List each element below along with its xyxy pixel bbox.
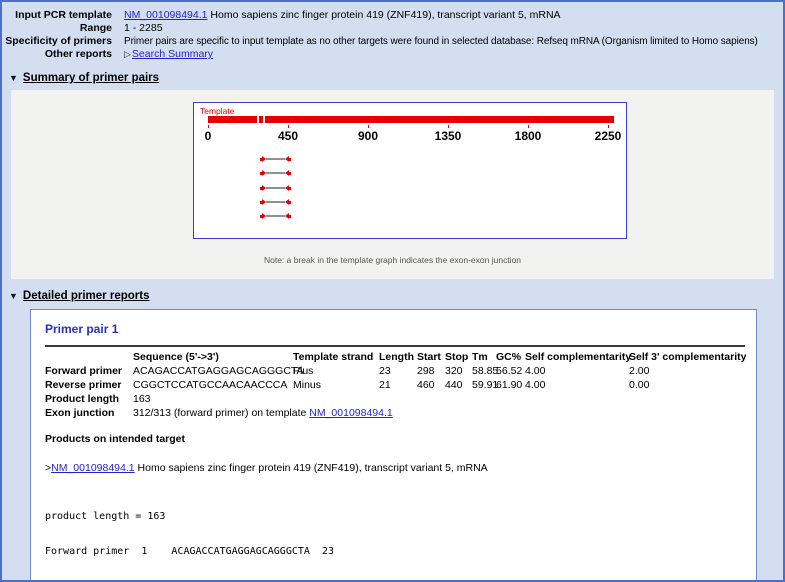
- report-header: Input PCR template NM_001098494.1 Homo s…: [2, 2, 783, 61]
- exon-junction-value: 312/313 (forward primer) on template NM_…: [133, 406, 745, 420]
- forward-stop: 320: [445, 364, 472, 378]
- specificity-label: Specificity of primers: [2, 35, 112, 48]
- axis-tick-mark: [208, 125, 209, 128]
- forward-gc: 56.52: [496, 364, 525, 378]
- forward-length: 23: [379, 364, 417, 378]
- axis-tick-mark: [528, 125, 529, 128]
- col-header-stop: Stop: [445, 346, 472, 364]
- table-header-row: Sequence (5'->3') Template strand Length…: [45, 346, 745, 364]
- reverse-primer-label: Reverse primer: [45, 378, 133, 392]
- reverse-tm: 59.91: [472, 378, 496, 392]
- input-template-description: Homo sapiens zinc finger protein 419 (ZN…: [210, 9, 560, 21]
- reverse-self-3-complementarity: 0.00: [629, 378, 745, 392]
- axis-tick-mark: [288, 125, 289, 128]
- axis-tick-label: 900: [358, 129, 378, 143]
- product-length-row: Product length 163: [45, 392, 745, 406]
- col-header-empty: [45, 346, 133, 364]
- primer-pair-glyph-1: [260, 155, 291, 163]
- alignment-line: Forward primer 1 ACAGACCATGAGGAGCAGGGCTA…: [45, 545, 742, 558]
- primer-pair-1-panel: Primer pair 1 Sequence (5'->3') Template…: [30, 309, 757, 582]
- products-on-target-heading: Products on intended target: [45, 433, 742, 445]
- exon-junction-note: Note: a break in the template graph indi…: [11, 255, 774, 265]
- reverse-primer-row: Reverse primer CGGCTCCATGCCAACAACCCA Min…: [45, 378, 745, 392]
- detailed-section-header[interactable]: ▼ Detailed primer reports: [9, 290, 783, 302]
- primer-pair-glyph-5: [260, 212, 291, 220]
- alignment-block: product length = 163 Forward primer 1 AC…: [45, 488, 742, 582]
- detailed-section-title: Detailed primer reports: [23, 290, 150, 302]
- range-value: 1 - 2285: [112, 22, 163, 35]
- product-length-value: 163: [133, 392, 745, 406]
- reverse-self-complementarity: 4.00: [525, 378, 629, 392]
- axis-tick-mark: [448, 125, 449, 128]
- reverse-length: 21: [379, 378, 417, 392]
- forward-tm: 58.85: [472, 364, 496, 378]
- forward-self-3-complementarity: 2.00: [629, 364, 745, 378]
- exon-junction-break: [263, 116, 265, 123]
- forward-strand: Plus: [293, 364, 379, 378]
- primer-blast-results-page: Input PCR template NM_001098494.1 Homo s…: [0, 0, 785, 582]
- details-collapse-triangle-icon[interactable]: ▼: [9, 291, 18, 301]
- primer-pair-glyph-4: [260, 198, 291, 206]
- search-summary-link[interactable]: Search Summary: [132, 48, 213, 60]
- col-header-length: Length: [379, 346, 417, 364]
- exon-junction-break: [257, 116, 259, 123]
- specificity-row: Specificity of primers Primer pairs are …: [2, 35, 783, 48]
- input-pcr-template-row: Input PCR template NM_001098494.1 Homo s…: [2, 9, 783, 22]
- template-bar: [208, 116, 614, 123]
- axis-tick-label: 2250: [595, 129, 622, 143]
- exon-junction-row: Exon junction 312/313 (forward primer) o…: [45, 406, 745, 420]
- expand-triangle-icon[interactable]: ▷: [124, 49, 131, 59]
- col-header-tm: Tm: [472, 346, 496, 364]
- other-reports-value: ▷Search Summary: [112, 48, 213, 61]
- axis-tick-mark: [608, 125, 609, 128]
- product-length-label: Product length: [45, 392, 133, 406]
- summary-section-title: Summary of primer pairs: [23, 72, 159, 84]
- input-template-label: Input PCR template: [2, 9, 112, 22]
- range-label: Range: [2, 22, 112, 35]
- forward-primer-label: Forward primer: [45, 364, 133, 378]
- col-header-strand: Template strand: [293, 346, 379, 364]
- target-accession-link[interactable]: NM_001098494.1: [51, 462, 134, 474]
- template-label: Template: [200, 106, 235, 116]
- exon-junction-label: Exon junction: [45, 406, 133, 420]
- other-reports-row: Other reports ▷Search Summary: [2, 48, 783, 61]
- col-header-self-3-complementarity: Self 3' complementarity: [629, 346, 745, 364]
- range-row: Range 1 - 2285: [2, 22, 783, 35]
- primer-pair-1-title: Primer pair 1: [45, 322, 742, 336]
- forward-start: 298: [417, 364, 445, 378]
- forward-sequence: ACAGACCATGAGGAGCAGGGCTA: [133, 364, 293, 378]
- reverse-start: 460: [417, 378, 445, 392]
- col-header-sequence: Sequence (5'->3'): [133, 346, 293, 364]
- axis-tick-label: 1350: [435, 129, 462, 143]
- primer-summary-graph: Template 0 450 900 1350 1800 2250: [193, 102, 627, 239]
- col-header-start: Start: [417, 346, 445, 364]
- input-template-accession-link[interactable]: NM_001098494.1: [124, 9, 207, 21]
- reverse-stop: 440: [445, 378, 472, 392]
- target-product-header: >NM_001098494.1 Homo sapiens zinc finger…: [45, 462, 742, 474]
- exon-junction-text: 312/313 (forward primer) on template: [133, 407, 309, 419]
- target-description: Homo sapiens zinc finger protein 419 (ZN…: [135, 462, 488, 474]
- axis-tick-mark: [368, 125, 369, 128]
- col-header-self-complementarity: Self complementarity: [525, 346, 629, 364]
- specificity-value: Primer pairs are specific to input templ…: [112, 35, 758, 48]
- reverse-strand: Minus: [293, 378, 379, 392]
- axis-tick-label: 450: [278, 129, 298, 143]
- primer-stats-table: Sequence (5'->3') Template strand Length…: [45, 345, 745, 420]
- axis-tick-label: 0: [205, 129, 212, 143]
- axis-tick-label: 1800: [515, 129, 542, 143]
- forward-primer-row: Forward primer ACAGACCATGAGGAGCAGGGCTA P…: [45, 364, 745, 378]
- alignment-line: product length = 163: [45, 510, 742, 523]
- summary-section-header[interactable]: ▼ Summary of primer pairs: [9, 72, 783, 84]
- col-header-gc: GC%: [496, 346, 525, 364]
- exon-junction-accession-link[interactable]: NM_001098494.1: [309, 407, 392, 419]
- reverse-gc: 61.90: [496, 378, 525, 392]
- forward-self-complementarity: 4.00: [525, 364, 629, 378]
- primer-pair-glyph-2: [260, 169, 291, 177]
- input-template-value: NM_001098494.1 Homo sapiens zinc finger …: [112, 9, 561, 22]
- other-reports-label: Other reports: [2, 48, 112, 61]
- summary-collapse-triangle-icon[interactable]: ▼: [9, 73, 18, 83]
- reverse-sequence: CGGCTCCATGCCAACAACCCA: [133, 378, 293, 392]
- summary-graph-panel: Template 0 450 900 1350 1800 2250 Note: …: [11, 90, 774, 279]
- primer-pair-glyph-3: [260, 184, 291, 192]
